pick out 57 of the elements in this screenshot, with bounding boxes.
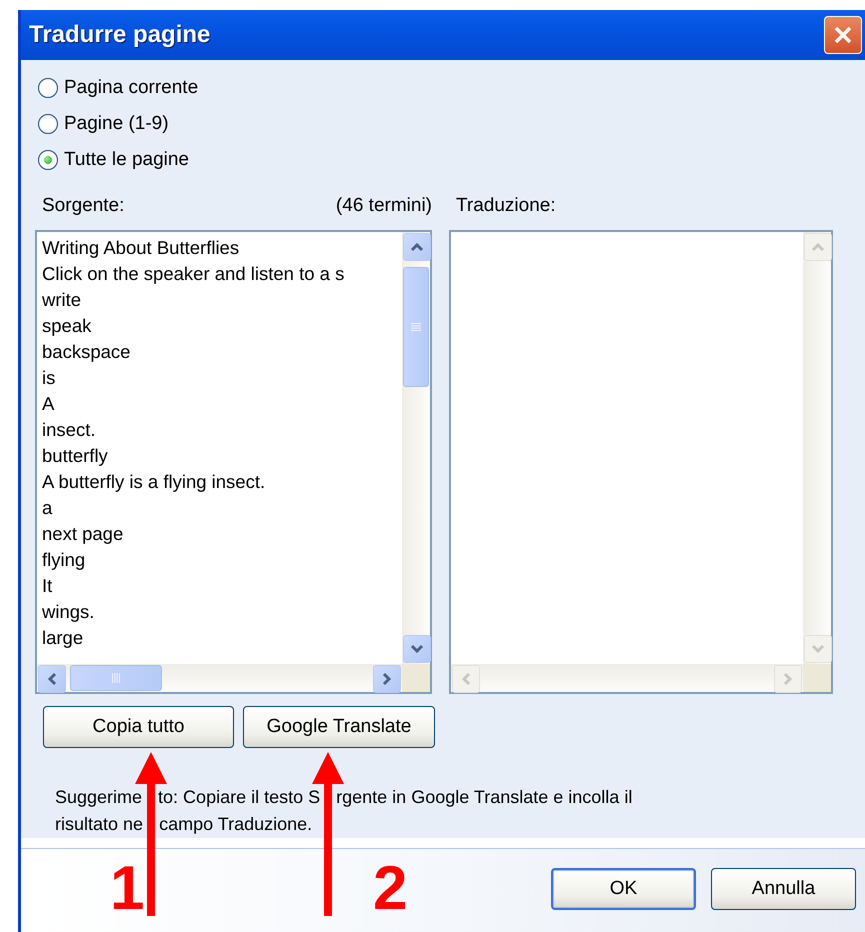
list-item[interactable]: speak [42,313,397,339]
chevron-down-icon [811,644,825,654]
list-item[interactable]: a [42,495,397,521]
radio-button[interactable] [38,150,58,170]
chevron-up-icon [410,242,424,252]
annotation-number: 1 [110,858,144,920]
radio-button[interactable] [38,114,58,134]
grip-icon [111,672,121,684]
radio-label[interactable]: Pagina corrente [64,77,198,99]
scrollbar-corner [803,664,831,692]
list-item[interactable]: next page [42,521,397,547]
close-icon [833,25,853,45]
list-item[interactable]: butterfly [42,443,397,469]
scroll-up-button[interactable] [403,233,431,261]
scroll-left-button[interactable] [38,665,66,693]
hint-text: Suggerime to: Copiare il testo S rgente in Google Translate e incolla il risultato ne campo Traduzione. [55,786,632,836]
scrollbar-corner [402,664,430,692]
chevron-down-icon [410,644,424,654]
list-item[interactable]: is [42,365,397,391]
list-item[interactable]: Click on the speaker and listen to a s [42,261,397,287]
cancel-button[interactable]: Annulla [711,868,856,910]
ok-button[interactable]: OK [551,868,696,910]
list-item[interactable]: It [42,573,397,599]
source-list[interactable]: Writing About Butterflies Click on the speaker and listen to a s write speak backspace is A insect. butterfly A butterfly is a flying insect. a next page flying It wings. large [35,230,432,694]
source-label: Sorgente: [42,195,124,218]
annotation-number: 2 [373,858,408,920]
copy-all-button[interactable]: Copia tutto [43,706,234,748]
scroll-down-button[interactable] [403,635,431,663]
list-item[interactable]: write [42,287,397,313]
chevron-left-icon [47,672,57,686]
list-item[interactable]: Writing About Butterflies [42,235,397,261]
list-item[interactable]: flying [42,547,397,573]
scroll-thumb[interactable] [70,665,162,691]
list-item[interactable]: wings. [42,599,397,625]
list-item[interactable]: insect. [42,417,397,443]
chevron-right-icon [783,672,793,686]
window-title: Tradurre pagine [29,21,210,49]
list-item[interactable]: A butterfly is a flying insect. [42,469,397,495]
close-button[interactable] [824,16,862,54]
chevron-left-icon [461,672,471,686]
translation-list[interactable] [449,230,833,694]
grip-icon [410,322,422,332]
chevron-up-icon [811,242,825,252]
scroll-thumb[interactable] [403,267,429,387]
list-item[interactable]: large [42,625,397,651]
radio-label[interactable]: Pagine (1-9) [64,113,169,135]
translation-label: Traduzione: [456,195,556,218]
vertical-scrollbar[interactable] [402,232,430,664]
radio-button[interactable] [38,78,58,98]
scroll-right-button[interactable] [373,665,401,693]
translate-button[interactable]: Google Translate [243,706,435,748]
list-item[interactable]: backspace [42,339,397,365]
horizontal-scrollbar[interactable] [37,664,402,692]
radio-label[interactable]: Tutte le pagine [64,149,189,171]
chevron-right-icon [382,672,392,686]
term-count: (46 termini) [336,195,432,218]
list-item[interactable]: A [42,391,397,417]
